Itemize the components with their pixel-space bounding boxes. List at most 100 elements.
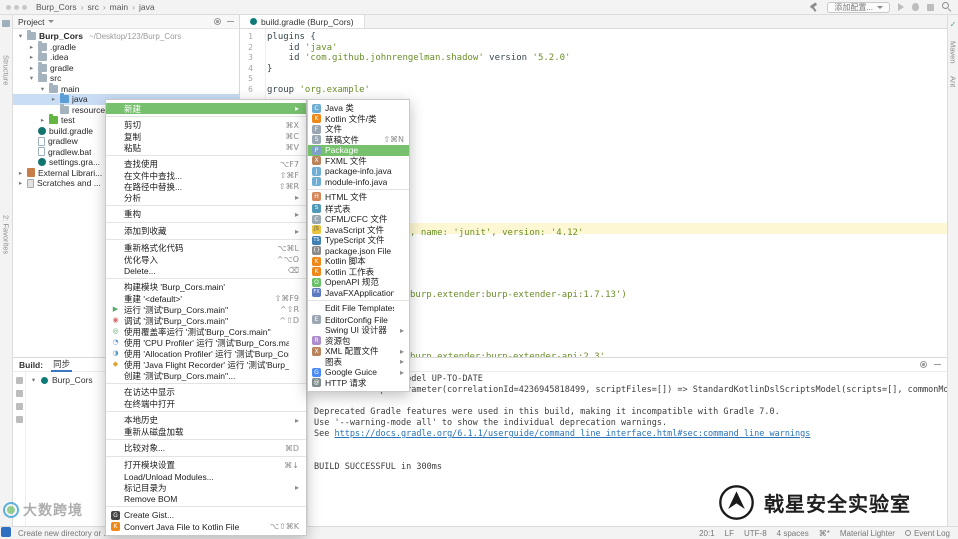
submenu-item[interactable]: Swing UI 设计器 ▸	[308, 325, 409, 336]
menu-item[interactable]: Delete... ⌫	[106, 265, 306, 276]
submenu-item[interactable]: S 草稿文件 ⇧⌘N	[308, 135, 409, 146]
status-bar-item[interactable]: Material Lighter	[840, 529, 895, 538]
menu-item[interactable]: 打开模块设置 ⌘↓	[106, 456, 306, 471]
code-line[interactable]: 2 id 'java'	[240, 43, 947, 54]
menu-item[interactable]: 复制 ⌘C	[106, 131, 306, 142]
submenu-item[interactable]: FX JavaFXApplication	[308, 288, 409, 299]
code-line[interactable]: 3 id 'com.github.johnrengelman.shadow' v…	[240, 53, 947, 64]
menu-item[interactable]: ◆ 使用 'Java Flight Recorder' 运行 '测试'Burp_…	[106, 359, 306, 370]
menu-item[interactable]: 新建 ▸	[106, 103, 306, 114]
menu-item[interactable]: 重新从磁盘加载	[106, 426, 306, 437]
status-bar-item[interactable]: 4 spaces	[777, 529, 809, 538]
project-panel-header[interactable]: Project	[13, 15, 239, 29]
tool-structure[interactable]: Structure	[2, 55, 11, 85]
tree-item[interactable]: ▸ .gradle	[13, 42, 239, 53]
menu-item[interactable]: 分析 ▸	[106, 192, 306, 203]
window-controls[interactable]	[6, 5, 27, 10]
code-fragment-line[interactable]: burp.extender:burp-extender-api:1.7.13')	[410, 288, 627, 304]
tree-chevron-icon[interactable]: ▾	[17, 32, 24, 40]
menu-item[interactable]: 构建模块 'Burp_Cors.main'	[106, 278, 306, 293]
gear-icon[interactable]	[214, 18, 221, 25]
status-bar-item[interactable]: UTF-8	[744, 529, 767, 538]
project-tool-icon[interactable]	[2, 20, 10, 27]
submenu-item[interactable]: 图表 ▸	[308, 357, 409, 368]
submenu-item[interactable]: H HTML 文件	[308, 189, 409, 204]
tree-chevron-icon[interactable]: ▾	[28, 74, 35, 82]
tree-chevron-icon[interactable]: ▸	[17, 179, 24, 187]
menu-item[interactable]: 在路径中替换... ⇧⌘R	[106, 181, 306, 192]
search-everywhere-icon[interactable]	[942, 2, 952, 12]
status-bar-item[interactable]: LF	[725, 529, 734, 538]
tree-item[interactable]: ▸ .idea	[13, 52, 239, 63]
window-close-icon[interactable]	[6, 5, 11, 10]
menu-item[interactable]: K Convert Java File to Kotlin File ⌥⇧⌘K	[106, 521, 306, 532]
tool-favorites[interactable]: 2: Favorites	[2, 215, 11, 254]
rerun-icon[interactable]	[16, 377, 23, 384]
inspections-ok-icon[interactable]: ✓	[950, 20, 957, 29]
status-bar-item[interactable]: ⌘*	[819, 529, 830, 538]
menu-item[interactable]: 在文件中查找... ⇧⌘F	[106, 170, 306, 181]
hide-panel-icon[interactable]	[934, 364, 941, 366]
menu-item[interactable]: 剪切 ⌘X	[106, 116, 306, 131]
run-button[interactable]	[898, 3, 904, 11]
add-configuration-button[interactable]: 添加配置...	[827, 2, 890, 13]
window-minimize-icon[interactable]	[14, 5, 19, 10]
submenu-item[interactable]: J module-info.java	[308, 177, 409, 188]
build-tab-sync[interactable]: 同步	[51, 358, 72, 372]
submenu-item[interactable]: O OpenAPI 规范	[308, 277, 409, 288]
debug-button[interactable]	[912, 3, 919, 11]
menu-item[interactable]: ◑ 使用 'Allocation Profiler' 运行 '测试'Burp_C…	[106, 348, 306, 359]
code-line[interactable]: 5	[240, 74, 947, 85]
submenu-item[interactable]: K Kotlin 文件/类	[308, 114, 409, 125]
menu-item[interactable]: 优化导入 ^⌥O	[106, 254, 306, 265]
menu-item[interactable]: 重建 '<default>' ⇧⌘F9	[106, 293, 306, 304]
submenu-item[interactable]: X XML 配置文件 ▸	[308, 346, 409, 357]
menu-item[interactable]: ▶ 运行 '测试'Burp_Cors.main'' ^⇧R	[106, 304, 306, 315]
menu-item[interactable]: ◉ 调试 '测试'Burp_Cors.main'' ^⇧D	[106, 315, 306, 326]
submenu-item[interactable]: Edit File Templates...	[308, 300, 409, 315]
build-hammer-icon[interactable]	[809, 2, 819, 12]
window-zoom-icon[interactable]	[22, 5, 27, 10]
status-bar-item[interactable]: 20:1	[699, 529, 715, 538]
menu-item[interactable]: Load/Unload Modules...	[106, 471, 306, 482]
submenu-item[interactable]: X FXML 文件	[308, 156, 409, 167]
tool-maven[interactable]: Maven	[949, 41, 958, 64]
tree-chevron-icon[interactable]: ▸	[28, 43, 35, 51]
breadcrumb-item[interactable]: Burp_Cors	[36, 2, 77, 12]
tree-chevron-icon[interactable]: ▸	[17, 169, 24, 177]
breadcrumb-item[interactable]: main	[99, 2, 128, 12]
tree-item[interactable]: ▸ gradle	[13, 63, 239, 74]
menu-item[interactable]: 在访达中显示	[106, 383, 306, 398]
tree-chevron-icon[interactable]: ▸	[50, 95, 57, 103]
breadcrumb-item[interactable]: java	[128, 2, 154, 12]
menu-item[interactable]: 查找使用 ⌥F7	[106, 155, 306, 170]
hide-panel-icon[interactable]	[227, 21, 234, 23]
menu-item[interactable]: 比较对象... ⌘D	[106, 439, 306, 454]
build-output-link[interactable]: https://docs.gradle.org/6.1.1/userguide/…	[334, 429, 810, 439]
filter-icon[interactable]	[16, 390, 23, 397]
collapse-all-icon[interactable]	[16, 416, 23, 423]
code-fragment-line[interactable]: , name: 'junit', version: '4.12'	[410, 226, 627, 242]
tree-chevron-icon[interactable]: ▾	[30, 376, 37, 384]
tree-item[interactable]: ▾ main	[13, 84, 239, 95]
tree-chevron-icon[interactable]: ▾	[39, 85, 46, 93]
tree-chevron-icon[interactable]: ▸	[28, 53, 35, 61]
gear-icon[interactable]	[920, 361, 927, 368]
code-line[interactable]: 4}	[240, 64, 947, 75]
submenu-item[interactable]: TS TypeScript 文件	[308, 235, 409, 246]
menu-item[interactable]: ◔ 使用 'CPU Profiler' 运行 '测试'Burp_Cors.mai…	[106, 337, 306, 348]
tree-item[interactable]: ▾ src	[13, 73, 239, 84]
tree-chevron-icon[interactable]: ▸	[28, 64, 35, 72]
code-line[interactable]: 1plugins {	[240, 32, 947, 43]
menu-item[interactable]: 在终端中打开	[106, 398, 306, 409]
expand-all-icon[interactable]	[16, 403, 23, 410]
breadcrumb-item[interactable]: src	[77, 2, 99, 12]
menu-item[interactable]: 添加到收藏 ▸	[106, 222, 306, 237]
menu-item[interactable]: ◎ 使用覆盖率运行 '测试'Burp_Cors.main''	[106, 326, 306, 337]
menu-item[interactable]: 创建 '测试'Burp_Cors.main''...	[106, 370, 306, 381]
menu-item[interactable]: 重新格式化代码 ⌥⌘L	[106, 239, 306, 254]
menu-item[interactable]: Remove BOM	[106, 493, 306, 504]
menu-item[interactable]: 标记目录为 ▸	[106, 482, 306, 493]
menu-item[interactable]: 粘贴 ⌘V	[106, 142, 306, 153]
tree-item[interactable]: ▾ Burp_Cors ~/Desktop/123/Burp_Cors	[13, 31, 239, 42]
